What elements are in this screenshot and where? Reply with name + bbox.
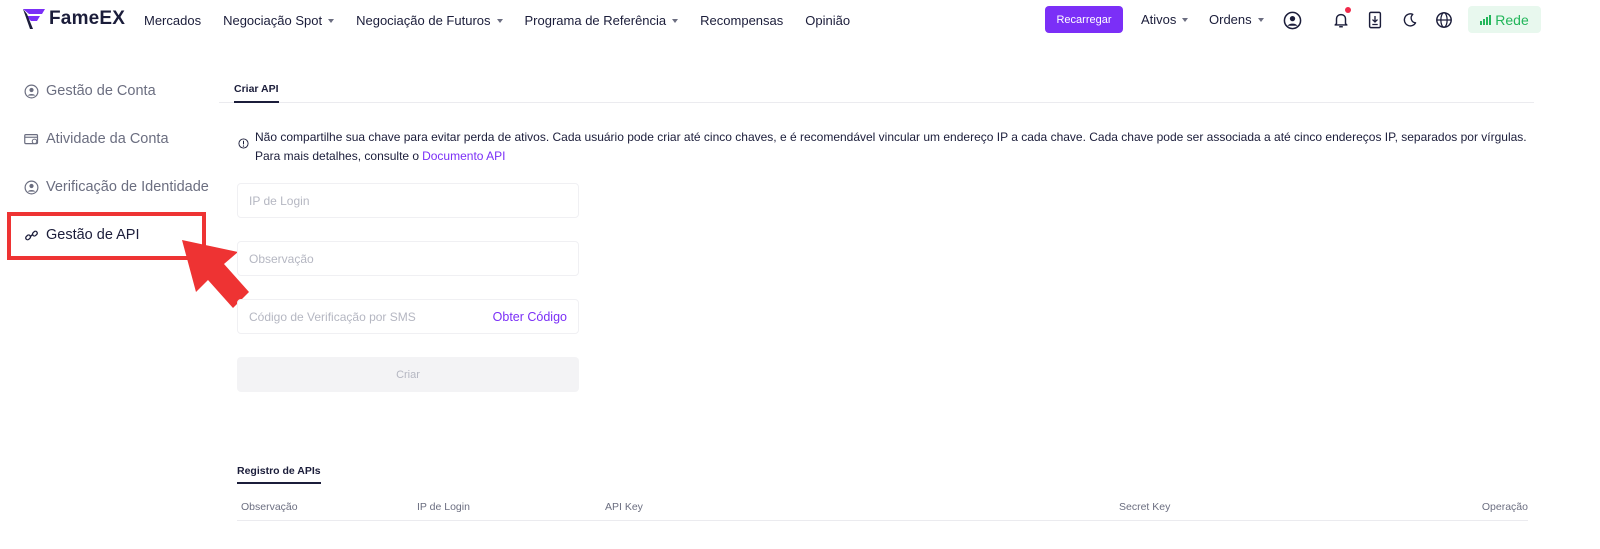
column-header-login-ip: IP de Login [417, 501, 470, 513]
nav-item-markets[interactable]: Mercados [144, 13, 201, 28]
column-header-operation: Operação [1481, 501, 1528, 513]
nav-label: Mercados [144, 12, 202, 28]
network-status-button[interactable]: Rede [1468, 6, 1541, 33]
nav-item-feedback[interactable]: Opinião [805, 13, 850, 28]
main-nav: Mercados Negociação Spot Negociação de F… [144, 0, 872, 40]
logo[interactable]: FameEX [22, 8, 125, 30]
login-ip-input[interactable] [238, 184, 578, 217]
sms-code-input[interactable] [238, 300, 478, 333]
note-input[interactable] [238, 242, 578, 275]
download-icon[interactable] [1365, 10, 1385, 30]
nav-item-futures[interactable]: Negociação de Futuros [356, 12, 503, 28]
caret-down-icon [672, 18, 679, 23]
api-document-link[interactable]: Documento API [422, 149, 505, 163]
get-code-button[interactable]: Obter Código [493, 310, 567, 324]
notification-dot [1345, 7, 1351, 13]
column-header-secret-key: Secret Key [1119, 501, 1171, 513]
identity-icon [23, 179, 39, 195]
top-navbar: FameEX Mercados Negociação Spot Negociaç… [0, 0, 1600, 40]
login-ip-field[interactable] [237, 183, 579, 218]
sms-code-field[interactable]: Obter Código [237, 299, 579, 334]
assets-dropdown[interactable]: Ativos [1141, 12, 1189, 27]
nav-item-spot[interactable]: Negociação Spot [223, 12, 335, 28]
nav-label: Recompensas [700, 12, 784, 28]
brand-name: FameEX [49, 8, 126, 29]
fameex-logo-icon [23, 9, 45, 29]
create-button[interactable]: Criar [237, 357, 579, 392]
api-records-table-header: Observação IP de Login API Key Secret Ke… [237, 499, 1528, 521]
user-circle-icon[interactable] [1282, 10, 1302, 30]
nav-item-referral[interactable]: Programa de Referência [525, 13, 679, 28]
tab-create-api[interactable]: Criar API [234, 83, 279, 103]
caret-down-icon [1257, 18, 1264, 22]
nav-label: Negociação de Futuros [356, 12, 491, 28]
nav-label: Programa de Referência [524, 12, 667, 28]
moon-icon[interactable] [1400, 10, 1420, 30]
caret-down-icon [328, 18, 335, 23]
globe-icon[interactable] [1434, 10, 1454, 30]
nav-label: Negociação Spot [223, 12, 323, 28]
orders-label: Ordens [1209, 12, 1252, 27]
note-field[interactable] [237, 241, 579, 276]
api-notice: Não compartilhe sua chave para evitar pe… [238, 128, 1528, 166]
assets-label: Ativos [1141, 12, 1177, 27]
column-header-api-key: API Key [605, 501, 643, 513]
nav-item-rewards[interactable]: Recompensas [700, 13, 783, 28]
sidebar-item-account-activity[interactable]: Atividade da Conta [23, 131, 169, 147]
bell-icon[interactable] [1331, 7, 1351, 30]
sidebar-item-label: Atividade da Conta [46, 131, 169, 147]
sidebar-item-label: Verificação de Identidade [46, 179, 209, 195]
recharge-button[interactable]: Recarregar [1045, 6, 1123, 33]
column-header-note: Observação [241, 501, 298, 513]
signal-bars-icon [1480, 14, 1492, 25]
caret-down-icon [1182, 18, 1189, 22]
activity-card-icon [23, 131, 39, 147]
user-circle-icon [23, 83, 39, 99]
annotation-highlight-box [7, 212, 206, 260]
api-records-title: Registro de APIs [237, 465, 321, 484]
info-icon [238, 138, 249, 149]
sidebar-item-label: Gestão de Conta [46, 83, 156, 99]
nav-label: Opinião [805, 12, 851, 28]
sidebar-item-account-management[interactable]: Gestão de Conta [23, 83, 156, 99]
caret-down-icon [496, 18, 503, 23]
sidebar-item-identity-verification[interactable]: Verificação de Identidade [23, 179, 209, 195]
network-label: Rede [1495, 11, 1529, 28]
orders-dropdown[interactable]: Ordens [1209, 12, 1264, 27]
tab-bar: Criar API [219, 80, 1534, 103]
